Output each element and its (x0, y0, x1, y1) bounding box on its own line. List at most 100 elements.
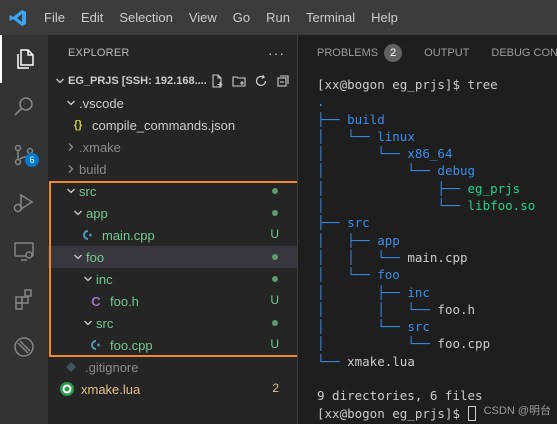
tree-file-foo-cpp[interactable]: foo.cpp U (48, 334, 297, 356)
terminal-panel: PROBLEMS 2 OUTPUT DEBUG CONSOLE [xx@bogo… (297, 35, 557, 424)
chevron-down-icon (70, 205, 86, 221)
tree-file-gitignore[interactable]: .gitignore (48, 356, 297, 378)
workspace-actions (209, 73, 291, 89)
explorer-sidebar: EXPLORER ··· EG_PRJS [SSH: 192.168.... .… (48, 35, 297, 424)
lua-file-icon (59, 381, 75, 397)
workspace-header[interactable]: EG_PRJS [SSH: 192.168.... (48, 70, 297, 92)
run-debug-icon (13, 193, 34, 213)
search-icon (14, 97, 33, 116)
tree-folder-foo[interactable]: foo (48, 246, 297, 268)
menu-edit[interactable]: Edit (73, 0, 111, 35)
cpp-file-icon (80, 227, 96, 243)
scm-badge: 6 (25, 153, 39, 167)
menu-selection[interactable]: Selection (111, 0, 180, 35)
source-control-activity-button[interactable]: 6 (0, 131, 48, 179)
panel-tabs: PROBLEMS 2 OUTPUT DEBUG CONSOLE (298, 35, 557, 70)
menu-view[interactable]: View (181, 0, 225, 35)
problem-count: 2 (272, 381, 279, 395)
chevron-right-icon (63, 139, 79, 155)
files-icon (17, 49, 34, 69)
tree-label: .xmake (79, 139, 121, 155)
collapse-all-icon[interactable] (275, 73, 291, 89)
terminal-cursor (467, 405, 476, 421)
more-actions-button[interactable]: ··· (268, 45, 285, 61)
chevron-down-icon (52, 73, 68, 89)
tree-folder-foo-src[interactable]: src (48, 312, 297, 334)
gitignore-file-icon (63, 359, 79, 375)
terminal-dir: app (377, 232, 400, 248)
menu-go[interactable]: Go (225, 0, 258, 35)
terminal-dir: debug (437, 163, 476, 179)
untracked-dot (272, 210, 278, 216)
extensions-activity-button[interactable] (0, 275, 48, 323)
menu-help[interactable]: Help (363, 0, 406, 35)
refresh-icon[interactable] (253, 73, 269, 89)
activity-bar: 6 (0, 35, 48, 424)
problems-count-badge: 2 (384, 43, 403, 62)
terminal-file: main.cpp (407, 249, 468, 265)
remote-explorer-icon (14, 242, 34, 261)
tab-problems[interactable]: PROBLEMS 2 (317, 43, 403, 62)
json-file-icon: {} (73, 119, 83, 131)
terminal-dir: src (407, 319, 430, 335)
tree-label: compile_commands.json (92, 117, 236, 133)
run-debug-activity-button[interactable] (0, 179, 48, 227)
extensions-icon (15, 289, 32, 310)
new-file-icon[interactable] (209, 73, 225, 89)
remote-explorer-activity-button[interactable] (0, 227, 48, 275)
tree-folder-build[interactable]: build (48, 158, 297, 180)
tree-file-xmake-lua[interactable]: xmake.lua 2 (48, 378, 297, 400)
menu-file[interactable]: File (35, 0, 73, 35)
explorer-activity-button[interactable] (0, 35, 48, 83)
tree-file-main-cpp[interactable]: main.cpp U (48, 224, 297, 246)
menu-run[interactable]: Run (258, 0, 298, 35)
tree-label: .gitignore (85, 359, 139, 375)
menu-terminal[interactable]: Terminal (298, 0, 363, 35)
explorer-title: EXPLORER (68, 46, 130, 59)
explorer-header: EXPLORER ··· (48, 35, 297, 70)
tree-label: foo.h (110, 293, 139, 309)
tree-folder-vscode[interactable]: .vscode (48, 92, 297, 114)
tree-label: foo (86, 249, 105, 265)
tree-label: main.cpp (102, 227, 155, 243)
terminal-prompt: [xx@bogon eg_prjs]$ (317, 405, 468, 421)
terminal-dir: build (347, 111, 385, 127)
new-folder-icon[interactable] (231, 73, 247, 89)
tab-label: PROBLEMS (317, 46, 379, 59)
terminal-line: [xx@bogon eg_prjs]$ tree (317, 77, 498, 92)
tree-label: .vscode (79, 95, 124, 111)
tree-folder-xmake[interactable]: .xmake (48, 136, 297, 158)
untracked-dot (272, 254, 278, 260)
tree-label: src (96, 315, 114, 331)
tree-folder-inc[interactable]: inc (48, 268, 297, 290)
chevron-down-icon (80, 271, 96, 287)
terminal-dir: foo (377, 267, 400, 283)
chevron-down-icon (80, 315, 96, 331)
untracked-dot (272, 276, 278, 282)
terminal-output[interactable]: [xx@bogon eg_prjs]$ tree . ├── build │ └… (317, 76, 535, 422)
tree-folder-app[interactable]: app (48, 202, 297, 224)
terminal-file: foo.h (437, 301, 476, 317)
search-activity-button[interactable] (0, 83, 48, 131)
chevron-down-icon (70, 249, 86, 265)
tree-file-compile-commands[interactable]: {} compile_commands.json (48, 114, 297, 136)
terminal-dir: linux (377, 128, 415, 144)
menu-bar: File Edit Selection View Go Run Terminal… (35, 0, 406, 35)
tree-label: xmake.lua (81, 381, 141, 397)
tree-label: inc (96, 271, 113, 287)
tree-file-foo-h[interactable]: C foo.h U (48, 290, 297, 312)
terminal-dir: src (347, 215, 370, 231)
c-header-file-icon: C (91, 293, 101, 309)
tree-folder-src[interactable]: src (48, 180, 297, 202)
tree-label: src (79, 183, 97, 199)
terminal-exe: eg_prjs (467, 180, 521, 196)
tab-output[interactable]: OUTPUT (424, 47, 469, 59)
tab-debug-console[interactable]: DEBUG CONSOLE (491, 47, 557, 59)
untracked-dot (272, 188, 278, 194)
chevron-right-icon (63, 161, 79, 177)
remote-activity-button[interactable] (0, 323, 48, 371)
terminal-dir: x86_64 (407, 146, 453, 162)
terminal-dir: . (317, 94, 325, 110)
terminal-summary: 9 directories, 6 files (317, 388, 483, 404)
vscode-logo-icon (0, 0, 35, 35)
